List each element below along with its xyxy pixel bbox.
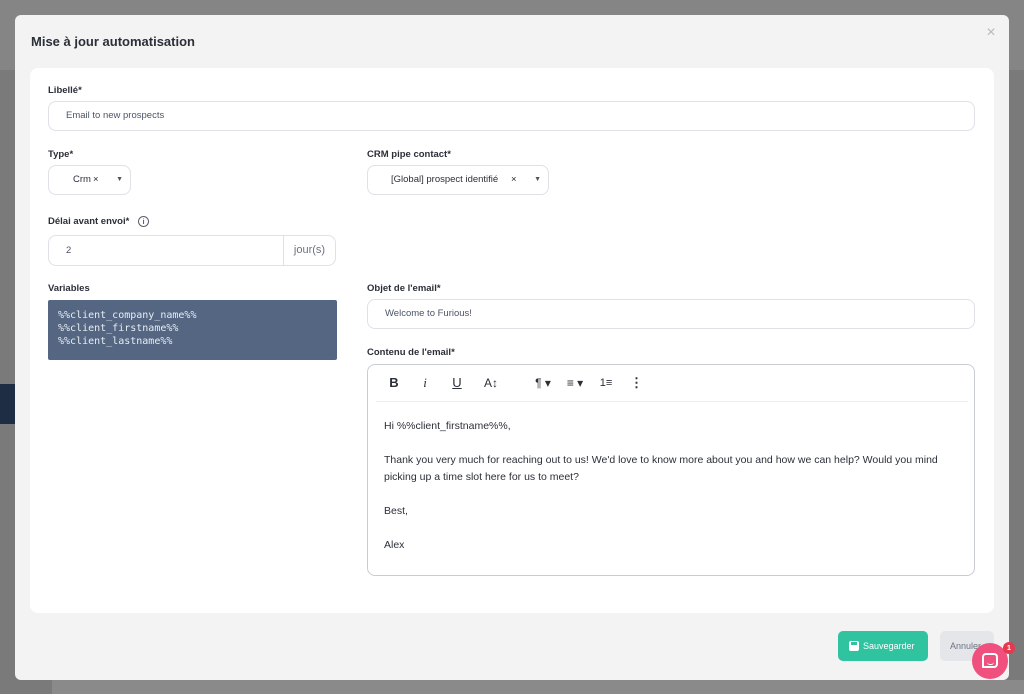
type-clear-icon[interactable]: × [93, 166, 99, 194]
modal-title: Mise à jour automatisation [31, 34, 195, 49]
type-select-value: Crm [73, 174, 91, 185]
content-field-label: Contenu de l'email* [367, 347, 455, 358]
variable-item[interactable]: %%client_company_name%% [58, 309, 327, 322]
chevron-down-icon: ▼ [534, 176, 541, 183]
email-paragraph: Best, [384, 505, 408, 517]
floppy-disk-icon [849, 641, 859, 651]
chat-icon [982, 653, 998, 668]
chevron-down-icon: ▼ [116, 176, 123, 183]
align-icon[interactable]: ≡ ▾ [562, 375, 588, 391]
variables-box: %%client_company_name%% %%client_firstna… [48, 300, 337, 360]
email-paragraph: Alex [384, 539, 405, 551]
delay-input-group: 2 jour(s) [48, 235, 336, 266]
variable-item[interactable]: %%client_firstname%% [58, 322, 327, 335]
font-size-icon[interactable]: A↕ [480, 375, 502, 391]
save-button[interactable]: Sauvegarder [838, 631, 928, 661]
bold-icon[interactable]: B [387, 375, 401, 391]
delay-input[interactable]: 2 [49, 236, 283, 265]
variables-label: Variables [48, 283, 90, 294]
label-field-label: Libellé* [48, 85, 82, 96]
subject-input[interactable]: Welcome to Furious! [367, 299, 975, 329]
ordered-list-icon[interactable]: 1≡ [596, 375, 616, 391]
background-sidebar-accent [0, 384, 16, 424]
email-body[interactable]: Hi %%client_firstname%%, Thank you very … [384, 418, 964, 571]
type-field-label: Type* [48, 149, 74, 160]
more-options-icon[interactable]: ⋮ [630, 375, 643, 391]
info-icon[interactable]: i [138, 216, 149, 227]
chat-notification-badge: 1 [1003, 642, 1015, 654]
crm-pipe-select[interactable]: [Global] prospect identifié × ▼ [367, 165, 549, 195]
delay-unit-addon: jour(s) [283, 236, 335, 265]
crm-pipe-select-value: [Global] prospect identifié [391, 174, 499, 185]
delay-field-label: Délai avant envoi* [48, 216, 130, 227]
automation-modal: Mise à jour automatisation × Libellé* Em… [15, 15, 1009, 680]
email-paragraph: Hi %%client_firstname%%, [384, 420, 511, 432]
close-icon[interactable]: × [983, 25, 999, 41]
subject-field-label: Objet de l'email* [367, 283, 441, 294]
crm-pipe-field-label: CRM pipe contact* [367, 149, 451, 160]
email-content-editor: B i U A↕ ¶ ▾ ≡ ▾ 1≡ ⋮ Hi %%client_firstn… [367, 364, 975, 576]
save-button-label: Sauvegarder [863, 641, 915, 651]
paragraph-icon[interactable]: ¶ ▾ [531, 375, 555, 391]
email-paragraph: Thank you very much for reaching out to … [384, 454, 938, 483]
type-select[interactable]: Crm × ▼ [48, 165, 131, 195]
background-app-footer [52, 680, 1024, 694]
form-card: Libellé* Email to new prospects Type* Cr… [30, 68, 994, 613]
editor-toolbar: B i U A↕ ¶ ▾ ≡ ▾ 1≡ ⋮ [376, 365, 968, 402]
underline-icon[interactable]: U [449, 375, 465, 391]
italic-icon[interactable]: i [419, 375, 431, 391]
variable-item[interactable]: %%client_lastname%% [58, 335, 327, 348]
crm-pipe-clear-icon[interactable]: × [511, 166, 517, 194]
label-input[interactable]: Email to new prospects [48, 101, 975, 131]
